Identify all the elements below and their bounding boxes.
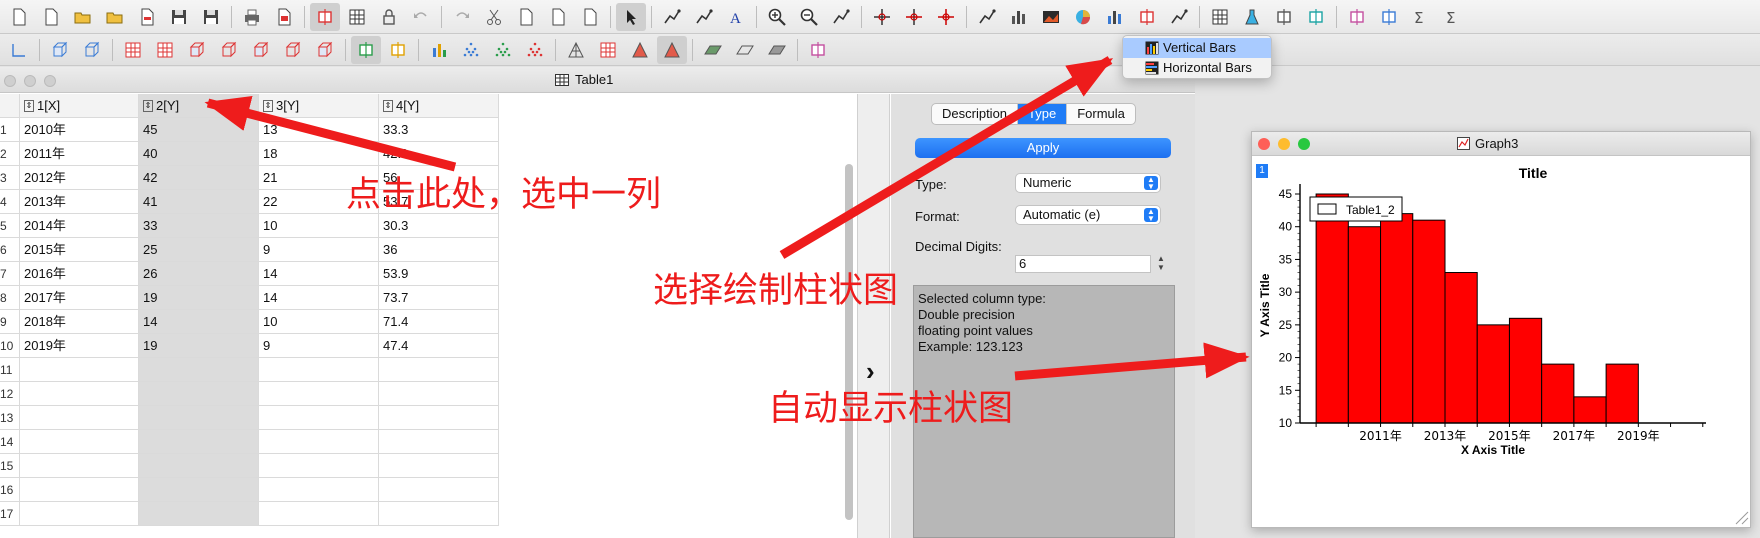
arrow-to-bar-menu: [779, 56, 1114, 259]
annotation-choose-bar-chart: 选择绘制柱状图: [653, 271, 899, 311]
app-screen: AΣΣ Table1 ⇕ 1[X] ⇕ 2[Y] ⇕ 3[Y] ⇕ 4[Y] 1 2010…: [0, 0, 1760, 538]
annotation-auto-display: 自动显示柱状图: [768, 389, 1014, 429]
annotation-select-column: 点击此处，选中一列: [346, 175, 662, 215]
arrow-to-column-header: [204, 95, 457, 172]
arrow-to-graph: [1014, 342, 1250, 381]
